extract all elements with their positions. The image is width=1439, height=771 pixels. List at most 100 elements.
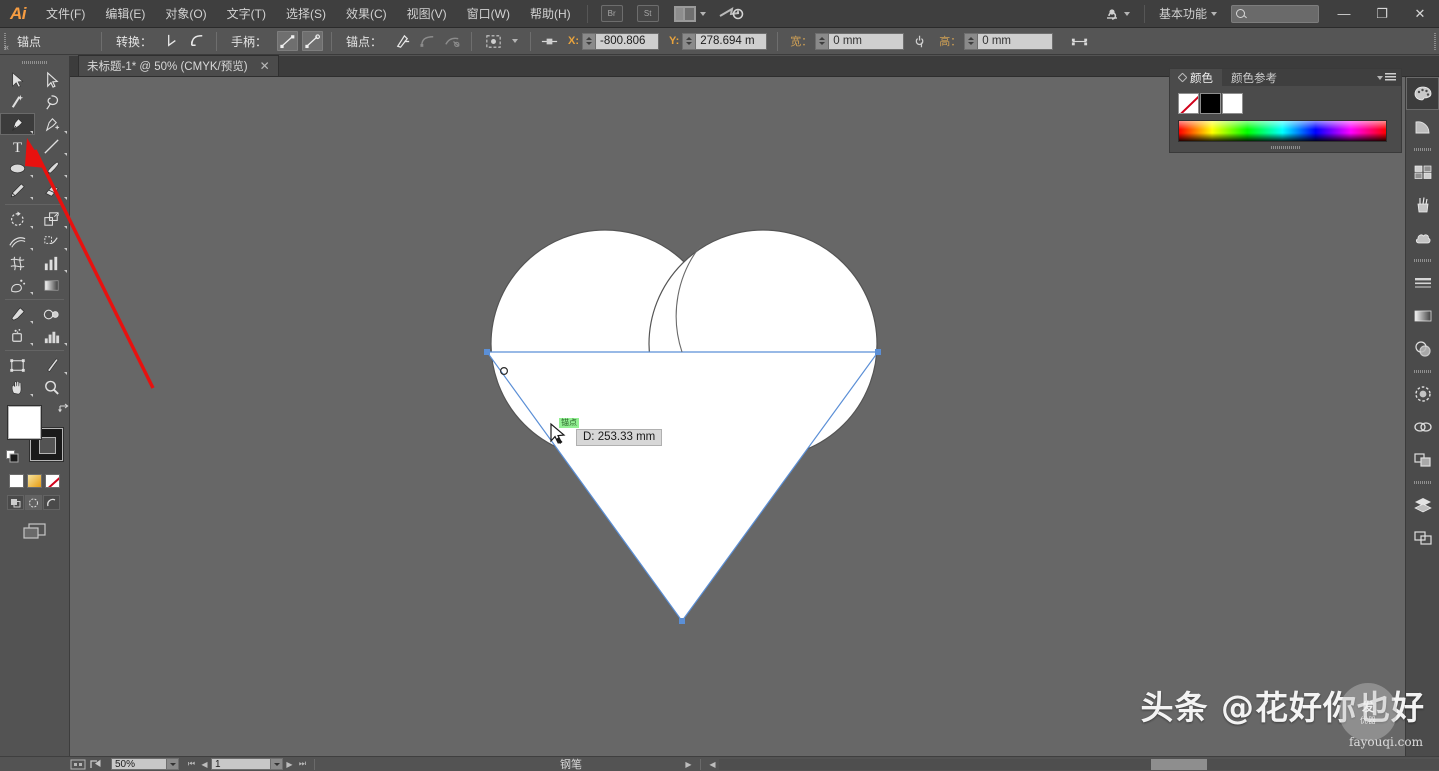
width-field[interactable]: 0 mm: [815, 33, 904, 50]
swap-fill-stroke-icon[interactable]: [58, 402, 70, 414]
screen-mode-icon[interactable]: [70, 759, 86, 770]
none-swatch[interactable]: [45, 474, 60, 488]
x-input[interactable]: -800.806: [595, 33, 659, 50]
artboard-tool[interactable]: [0, 354, 35, 376]
menu-help[interactable]: 帮助(H): [520, 0, 581, 28]
transform-button[interactable]: [1069, 31, 1090, 51]
none-swatch[interactable]: [1178, 93, 1199, 114]
color-panel-icon[interactable]: [1406, 77, 1439, 110]
ellipse-tool[interactable]: [0, 157, 35, 179]
white-swatch[interactable]: [1222, 93, 1243, 114]
dock-group-grip[interactable]: [1406, 143, 1439, 155]
transparency-panel-icon[interactable]: [1406, 332, 1439, 365]
width-tool[interactable]: [0, 230, 35, 252]
share-icon[interactable]: [89, 758, 103, 770]
appearance-panel-icon[interactable]: [1406, 377, 1439, 410]
control-bar-options[interactable]: [1430, 28, 1439, 55]
close-button[interactable]: ✕: [1401, 0, 1439, 28]
pen-tool[interactable]: [0, 113, 35, 135]
color-panel-resize-grip[interactable]: [1170, 143, 1401, 152]
sync-settings-button[interactable]: [1096, 6, 1138, 22]
prev-page-button[interactable]: ◀: [198, 758, 211, 771]
column-graph-tool[interactable]: [35, 252, 70, 274]
color-guide-panel-icon[interactable]: [1406, 110, 1439, 143]
go-to-button[interactable]: [718, 5, 744, 23]
horizontal-scrollbar[interactable]: [719, 759, 1439, 770]
connect-anchors-button[interactable]: [417, 31, 438, 51]
y-stepper[interactable]: [682, 33, 695, 50]
anchor-left[interactable]: [484, 349, 490, 355]
symbol-tool[interactable]: [0, 325, 35, 347]
convert-to-smooth-button[interactable]: [187, 31, 208, 51]
dock-group-grip[interactable]: [1406, 254, 1439, 266]
menu-object[interactable]: 对象(O): [155, 0, 216, 28]
close-icon[interactable]: ✕: [260, 59, 270, 73]
paintbrush-tool[interactable]: [35, 157, 70, 179]
anchor-bottom[interactable]: [679, 618, 685, 624]
minimize-button[interactable]: —: [1325, 0, 1363, 28]
pathfinder-panel-icon[interactable]: [1406, 443, 1439, 476]
cut-path-button[interactable]: [442, 31, 463, 51]
workspace-switcher[interactable]: 基本功能: [1151, 5, 1225, 22]
dock-group-grip[interactable]: [1406, 476, 1439, 488]
mesh-tool[interactable]: [0, 252, 35, 274]
height-input[interactable]: 0 mm: [977, 33, 1053, 50]
fill-color-swatch[interactable]: [8, 406, 41, 439]
menu-select[interactable]: 选择(S): [276, 0, 336, 28]
document-tab[interactable]: 未标题-1* @ 50% (CMYK/预览) ✕: [78, 55, 279, 76]
last-page-button[interactable]: ⏭: [296, 758, 309, 771]
tab-color-guide[interactable]: 颜色参考: [1222, 69, 1286, 86]
type-tool[interactable]: T: [0, 135, 35, 157]
menu-file[interactable]: 文件(F): [36, 0, 95, 28]
collapse-panel-icon[interactable]: «: [4, 42, 9, 52]
add-anchor-point-tool[interactable]: [35, 113, 70, 135]
horizontal-scroll-thumb[interactable]: [1151, 759, 1207, 770]
dock-group-grip[interactable]: [1406, 365, 1439, 377]
selection-tool[interactable]: [0, 69, 35, 91]
x-field[interactable]: -800.806: [582, 33, 659, 50]
symbol-sprayer-tool[interactable]: [0, 274, 35, 296]
height-stepper[interactable]: [964, 33, 977, 50]
menu-type[interactable]: 文字(T): [217, 0, 276, 28]
gradient-tool[interactable]: [35, 274, 70, 296]
draw-behind-icon[interactable]: [25, 495, 42, 510]
zoom-dropdown-button[interactable]: [167, 758, 179, 770]
zoom-level-input[interactable]: 50%: [111, 758, 167, 770]
change-screen-mode-icon[interactable]: [21, 522, 49, 540]
y-field[interactable]: 278.694 m: [682, 33, 767, 50]
eraser-tool[interactable]: [35, 179, 70, 201]
tools-panel-grip[interactable]: [0, 56, 69, 69]
page-number-input[interactable]: 1: [211, 758, 271, 770]
gradient-panel-icon[interactable]: [1406, 299, 1439, 332]
width-stepper[interactable]: [815, 33, 828, 50]
bar-graph-tool[interactable]: [35, 325, 70, 347]
default-fill-stroke-icon[interactable]: [6, 450, 19, 463]
x-stepper[interactable]: [582, 33, 595, 50]
next-page-button[interactable]: ▶: [283, 758, 296, 771]
chevron-down-icon[interactable]: [512, 39, 518, 43]
hide-handles-button[interactable]: [302, 31, 323, 51]
color-spectrum-ramp[interactable]: [1178, 120, 1387, 142]
convert-to-corner-button[interactable]: [162, 31, 183, 51]
isolate-selected-button[interactable]: [480, 31, 506, 51]
align-button[interactable]: [539, 31, 560, 51]
hand-tool[interactable]: [0, 376, 35, 398]
hscroll-left-button[interactable]: ◀: [706, 758, 719, 771]
black-swatch[interactable]: [1200, 93, 1221, 114]
tab-color[interactable]: 颜色: [1170, 69, 1222, 86]
symbols-panel-icon[interactable]: [1406, 221, 1439, 254]
menu-view[interactable]: 视图(V): [397, 0, 457, 28]
draw-inside-icon[interactable]: [43, 495, 60, 510]
graphic-styles-panel-icon[interactable]: [1406, 410, 1439, 443]
zoom-tool[interactable]: [35, 376, 70, 398]
remove-anchor-button[interactable]: [392, 31, 413, 51]
panel-menu-button[interactable]: [1373, 73, 1401, 82]
pencil-tool[interactable]: [0, 179, 35, 201]
draw-normal-icon[interactable]: [7, 495, 24, 510]
restore-button[interactable]: ❐: [1363, 0, 1401, 28]
stock-button[interactable]: St: [637, 5, 659, 22]
lasso-tool[interactable]: [35, 91, 70, 113]
link-proportions-button[interactable]: [910, 31, 931, 51]
blend-tool[interactable]: [35, 303, 70, 325]
gradient-swatch[interactable]: [27, 474, 42, 488]
